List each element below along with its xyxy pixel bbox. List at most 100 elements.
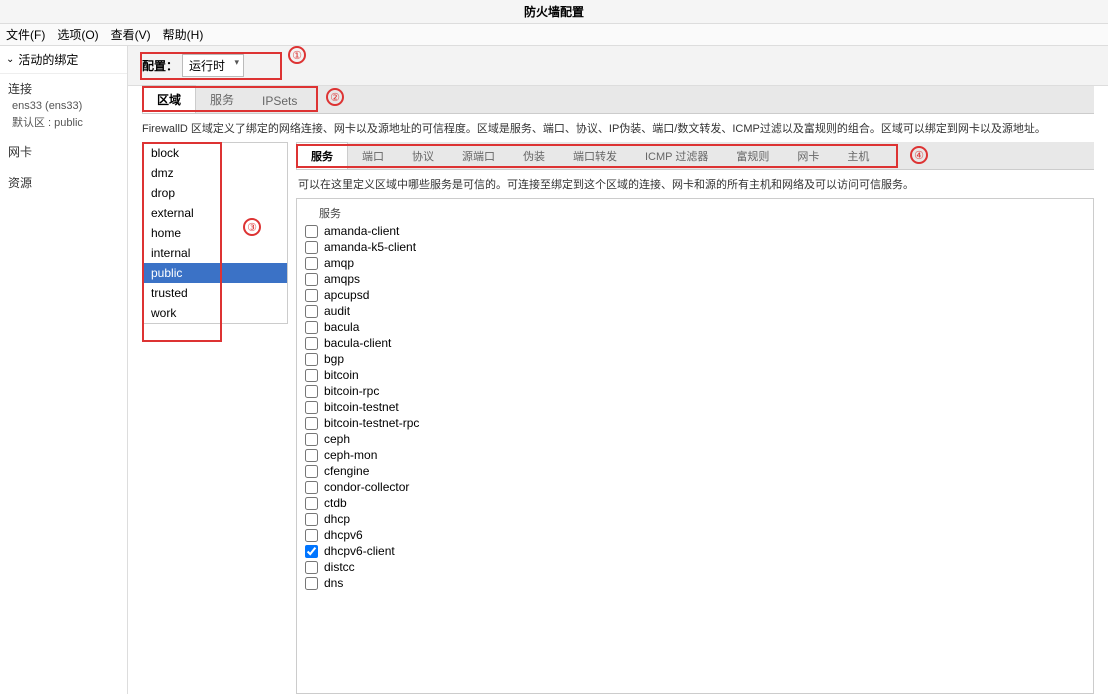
service-checkbox[interactable] <box>305 321 318 334</box>
service-label: bacula <box>324 320 359 334</box>
service-checkbox[interactable] <box>305 289 318 302</box>
service-row[interactable]: ctdb <box>297 495 1093 511</box>
service-row[interactable]: amqps <box>297 271 1093 287</box>
service-checkbox[interactable] <box>305 353 318 366</box>
menu-file[interactable]: 文件(F) <box>6 26 45 43</box>
title-bar: 防火墙配置 <box>0 0 1108 24</box>
sidebar-section-header: 资源 <box>8 174 119 191</box>
sidebar-item[interactable]: 默认区 : public <box>8 113 119 131</box>
zone-item-internal[interactable]: internal <box>143 243 287 263</box>
tab-ipsets[interactable]: IPSets <box>248 89 311 113</box>
service-row[interactable]: apcupsd <box>297 287 1093 303</box>
service-checkbox[interactable] <box>305 385 318 398</box>
subtab-host[interactable]: 主机 <box>833 143 883 169</box>
subtab-protocols[interactable]: 协议 <box>398 143 448 169</box>
service-row[interactable]: ceph-mon <box>297 447 1093 463</box>
service-checkbox[interactable] <box>305 497 318 510</box>
zone-item-work[interactable]: work <box>143 303 287 323</box>
service-checkbox[interactable] <box>305 481 318 494</box>
service-row[interactable]: ceph <box>297 431 1093 447</box>
service-row[interactable]: distcc <box>297 559 1093 575</box>
service-label: bacula-client <box>324 336 391 350</box>
subtab-richrules[interactable]: 富规则 <box>722 143 783 169</box>
menu-help[interactable]: 帮助(H) <box>163 26 204 43</box>
service-list: 服务 amanda-clientamanda-k5-clientamqpamqp… <box>296 198 1094 694</box>
service-checkbox[interactable] <box>305 257 318 270</box>
service-row[interactable]: bitcoin-testnet <box>297 399 1093 415</box>
menu-bar: 文件(F) 选项(O) 查看(V) 帮助(H) <box>0 24 1108 46</box>
sidebar-section: 网卡 <box>0 137 127 168</box>
subtab-nic[interactable]: 网卡 <box>783 143 833 169</box>
service-label: dhcp <box>324 512 350 526</box>
service-row[interactable]: bitcoin-rpc <box>297 383 1093 399</box>
service-label: dhcpv6 <box>324 528 363 542</box>
service-checkbox[interactable] <box>305 369 318 382</box>
service-checkbox[interactable] <box>305 545 318 558</box>
config-dropdown[interactable]: 运行时 <box>182 54 244 77</box>
service-checkbox[interactable] <box>305 241 318 254</box>
service-checkbox[interactable] <box>305 417 318 430</box>
service-checkbox[interactable] <box>305 577 318 590</box>
service-row[interactable]: cfengine <box>297 463 1093 479</box>
service-row[interactable]: amqp <box>297 255 1093 271</box>
service-row[interactable]: bacula-client <box>297 335 1093 351</box>
service-checkbox[interactable] <box>305 337 318 350</box>
service-label: cfengine <box>324 464 369 478</box>
sidebar-item[interactable]: ens33 (ens33) <box>8 99 119 113</box>
subtab-sourceports[interactable]: 源端口 <box>448 143 509 169</box>
service-column-header: 服务 <box>297 203 1093 223</box>
service-checkbox[interactable] <box>305 529 318 542</box>
service-checkbox[interactable] <box>305 513 318 526</box>
service-row[interactable]: amanda-client <box>297 223 1093 239</box>
service-row[interactable]: bacula <box>297 319 1093 335</box>
service-checkbox[interactable] <box>305 465 318 478</box>
sidebar-header[interactable]: ⌄ 活动的绑定 <box>0 46 127 74</box>
service-row[interactable]: condor-collector <box>297 479 1093 495</box>
subtab-masquerade[interactable]: 伪装 <box>509 143 559 169</box>
zone-item-public[interactable]: public <box>143 263 287 283</box>
service-label: bitcoin-rpc <box>324 384 379 398</box>
service-label: amqp <box>324 256 354 270</box>
service-label: bitcoin <box>324 368 359 382</box>
service-label: apcupsd <box>324 288 369 302</box>
zone-item-drop[interactable]: drop <box>143 183 287 203</box>
service-label: ceph <box>324 432 350 446</box>
service-checkbox[interactable] <box>305 401 318 414</box>
tab-services[interactable]: 服务 <box>196 86 248 113</box>
service-checkbox[interactable] <box>305 273 318 286</box>
service-row[interactable]: bitcoin-testnet-rpc <box>297 415 1093 431</box>
subtab-icmp[interactable]: ICMP 过滤器 <box>631 143 722 169</box>
chevron-down-icon: ⌄ <box>6 54 14 65</box>
zone-item-dmz[interactable]: dmz <box>143 163 287 183</box>
zone-item-home[interactable]: home <box>143 223 287 243</box>
service-row[interactable]: bitcoin <box>297 367 1093 383</box>
service-row[interactable]: amanda-k5-client <box>297 239 1093 255</box>
service-row[interactable]: dns <box>297 575 1093 591</box>
service-label: ceph-mon <box>324 448 377 462</box>
subtab-portforward[interactable]: 端口转发 <box>559 143 631 169</box>
service-label: ctdb <box>324 496 347 510</box>
subtab-services[interactable]: 服务 <box>296 142 348 169</box>
zone-item-block[interactable]: block <box>143 143 287 163</box>
service-row[interactable]: audit <box>297 303 1093 319</box>
zone-item-external[interactable]: external <box>143 203 287 223</box>
window-title: 防火墙配置 <box>524 3 584 20</box>
service-label: bgp <box>324 352 344 366</box>
service-row[interactable]: dhcp <box>297 511 1093 527</box>
subtab-ports[interactable]: 端口 <box>348 143 398 169</box>
zone-item-trusted[interactable]: trusted <box>143 283 287 303</box>
service-checkbox[interactable] <box>305 433 318 446</box>
menu-options[interactable]: 选项(O) <box>57 26 98 43</box>
service-checkbox[interactable] <box>305 449 318 462</box>
service-checkbox[interactable] <box>305 561 318 574</box>
menu-view[interactable]: 查看(V) <box>111 26 151 43</box>
service-row[interactable]: dhcpv6-client <box>297 543 1093 559</box>
tab-zones[interactable]: 区域 <box>142 85 196 113</box>
service-checkbox[interactable] <box>305 305 318 318</box>
sidebar-section: 资源 <box>0 168 127 199</box>
sub-tabs: 服务 端口 协议 源端口 伪装 端口转发 ICMP 过滤器 富规则 网卡 主机 <box>296 142 1094 170</box>
service-label: bitcoin-testnet-rpc <box>324 416 419 430</box>
service-row[interactable]: dhcpv6 <box>297 527 1093 543</box>
service-checkbox[interactable] <box>305 225 318 238</box>
service-row[interactable]: bgp <box>297 351 1093 367</box>
